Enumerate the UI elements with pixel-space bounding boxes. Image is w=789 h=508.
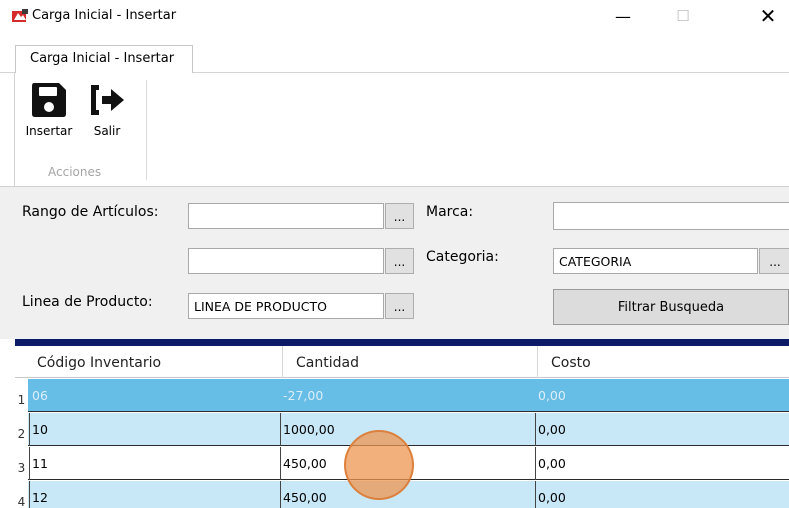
click-indicator [344, 430, 414, 500]
categoria-label: Categoria: [426, 249, 499, 265]
acciones-group-label: Acciones [48, 165, 102, 179]
grid-header: Código Inventario Cantidad Costo [15, 346, 789, 378]
linea-producto-input[interactable]: LINEA DE PRODUCTO [188, 293, 384, 319]
rango-hasta-input[interactable] [188, 248, 384, 274]
column-header-costo[interactable]: Costo [551, 346, 591, 378]
cell-costo[interactable]: 0,00 [536, 481, 786, 508]
exit-icon [91, 85, 124, 115]
row-number: 4 [15, 481, 28, 508]
categoria-input[interactable]: CATEGORIA [553, 248, 758, 274]
filtrar-busqueda-button[interactable]: Filtrar Busqueda [553, 289, 789, 325]
linea-browse-button[interactable]: ... [385, 293, 414, 319]
cell-costo[interactable]: 0,00 [536, 413, 786, 446]
row-number: 1 [15, 379, 28, 412]
save-icon [32, 83, 66, 117]
table-row[interactable]: 1 06 -27,00 0,00 [15, 379, 789, 412]
column-header-codigo[interactable]: Código Inventario [37, 346, 161, 378]
cell-costo[interactable]: 0,00 [536, 447, 786, 480]
minimize-button[interactable]: — [600, 0, 646, 32]
insertar-button[interactable]: Insertar [18, 78, 80, 158]
categoria-browse-button[interactable]: ... [759, 248, 789, 274]
column-separator [537, 346, 538, 378]
marca-label: Marca: [426, 204, 474, 220]
tab-label: Carga Inicial - Insertar [30, 51, 175, 66]
maximize-icon: ☐ [676, 7, 690, 25]
group-separator [146, 80, 147, 180]
cell-codigo[interactable]: 06 [30, 379, 280, 412]
cell-cantidad[interactable]: -27,00 [281, 379, 535, 412]
cell-cantidad[interactable]: 1000,00 [281, 413, 535, 446]
title-bar: Carga Inicial - Insertar — ☐ ✕ [0, 0, 789, 32]
rango-desde-browse-button[interactable]: ... [385, 203, 414, 229]
row-number: 2 [15, 413, 28, 446]
tab-carga-inicial[interactable]: Carga Inicial - Insertar [15, 45, 193, 73]
marca-input[interactable] [553, 202, 789, 230]
close-icon: ✕ [759, 4, 777, 28]
cell-cantidad[interactable]: 450,00 [281, 481, 535, 508]
rango-hasta-browse-button[interactable]: ... [385, 248, 414, 274]
cell-codigo[interactable]: 11 [30, 447, 280, 480]
cell-codigo[interactable]: 12 [30, 481, 280, 508]
maximize-button[interactable]: ☐ [660, 0, 706, 32]
grid-top-band [15, 339, 789, 346]
cell-costo[interactable]: 0,00 [536, 379, 786, 412]
column-header-cantidad[interactable]: Cantidad [296, 346, 359, 378]
rango-desde-input[interactable] [188, 203, 384, 229]
linea-label: Linea de Producto: [22, 294, 153, 310]
ribbon-frame [14, 72, 15, 186]
cell-codigo[interactable]: 10 [30, 413, 280, 446]
filtrar-busqueda-label: Filtrar Busqueda [617, 299, 725, 315]
salir-button[interactable]: Salir [84, 78, 130, 158]
insertar-label: Insertar [25, 124, 73, 138]
row-number: 3 [15, 447, 28, 480]
app-icon [12, 9, 28, 22]
close-button[interactable]: ✕ [745, 0, 789, 32]
rango-label: Rango de Artículos: [22, 204, 159, 220]
column-separator [282, 346, 283, 378]
window-title: Carga Inicial - Insertar [32, 8, 177, 23]
minimize-icon: — [615, 6, 631, 26]
salir-label: Salir [93, 124, 121, 138]
